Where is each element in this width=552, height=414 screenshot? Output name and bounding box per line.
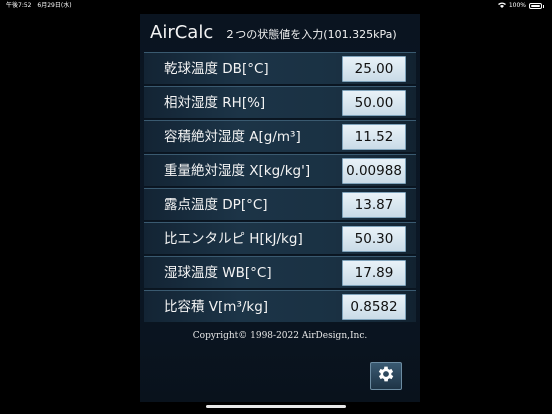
input-instruction: ２つの状態値を入力(101.325kPa) bbox=[224, 28, 397, 41]
status-indicators: 100% bbox=[497, 1, 544, 11]
property-value-field[interactable]: 0.8582 bbox=[342, 294, 406, 320]
status-time-date: 午後7:52 6月29日(水) bbox=[6, 1, 72, 11]
property-value-field[interactable]: 50.00 bbox=[342, 90, 406, 116]
property-row: 比エンタルピ H[kJ/kg] 50.30 bbox=[144, 222, 416, 255]
battery-percent: 100% bbox=[508, 2, 526, 9]
property-value-field[interactable]: 0.00988 bbox=[342, 158, 406, 184]
property-value-field[interactable]: 17.89 bbox=[342, 260, 406, 286]
property-row: 湿球温度 WB[°C] 17.89 bbox=[144, 256, 416, 289]
property-label: 相対湿度 RH[%] bbox=[164, 95, 266, 111]
property-row: 重量絶対湿度 X[kg/kg'] 0.00988 bbox=[144, 154, 416, 187]
battery-tip bbox=[543, 4, 544, 8]
page-title: AirCalc ２つの状態値を入力(101.325kPa) bbox=[150, 22, 397, 43]
property-label: 比エンタルピ H[kJ/kg] bbox=[164, 231, 303, 247]
property-value-field[interactable]: 11.52 bbox=[342, 124, 406, 150]
gear-icon bbox=[376, 364, 396, 388]
status-date: 6月29日(水) bbox=[37, 2, 72, 9]
property-row: 露点温度 DP[°C] 13.87 bbox=[144, 188, 416, 221]
property-value-field[interactable]: 50.30 bbox=[342, 226, 406, 252]
property-row: 容積絶対湿度 A[g/m³] 11.52 bbox=[144, 120, 416, 153]
settings-button[interactable] bbox=[370, 362, 402, 390]
copyright-text: Copyright© 1998-2022 AirDesign,Inc. bbox=[192, 331, 368, 341]
property-label: 重量絶対湿度 X[kg/kg'] bbox=[164, 163, 311, 179]
property-row: 相対湿度 RH[%] 50.00 bbox=[144, 86, 416, 119]
property-label: 比容積 V[m³/kg] bbox=[164, 299, 269, 315]
battery-icon bbox=[529, 3, 542, 9]
status-bar: 午後7:52 6月29日(水) 100% bbox=[0, 0, 552, 12]
app-name: AirCalc bbox=[150, 22, 214, 43]
wifi-icon bbox=[497, 1, 506, 11]
property-row: 乾球温度 DB[°C] 25.00 bbox=[144, 52, 416, 85]
property-label: 容積絶対湿度 A[g/m³] bbox=[164, 129, 301, 145]
property-label: 露点温度 DP[°C] bbox=[164, 197, 268, 213]
property-label: 乾球温度 DB[°C] bbox=[164, 61, 269, 77]
home-indicator[interactable] bbox=[206, 405, 346, 408]
property-value-field[interactable]: 25.00 bbox=[342, 56, 406, 82]
property-label: 湿球温度 WB[°C] bbox=[164, 265, 272, 281]
status-time: 午後7:52 bbox=[6, 2, 32, 9]
property-value-field[interactable]: 13.87 bbox=[342, 192, 406, 218]
property-row: 比容積 V[m³/kg] 0.8582 bbox=[144, 290, 416, 323]
